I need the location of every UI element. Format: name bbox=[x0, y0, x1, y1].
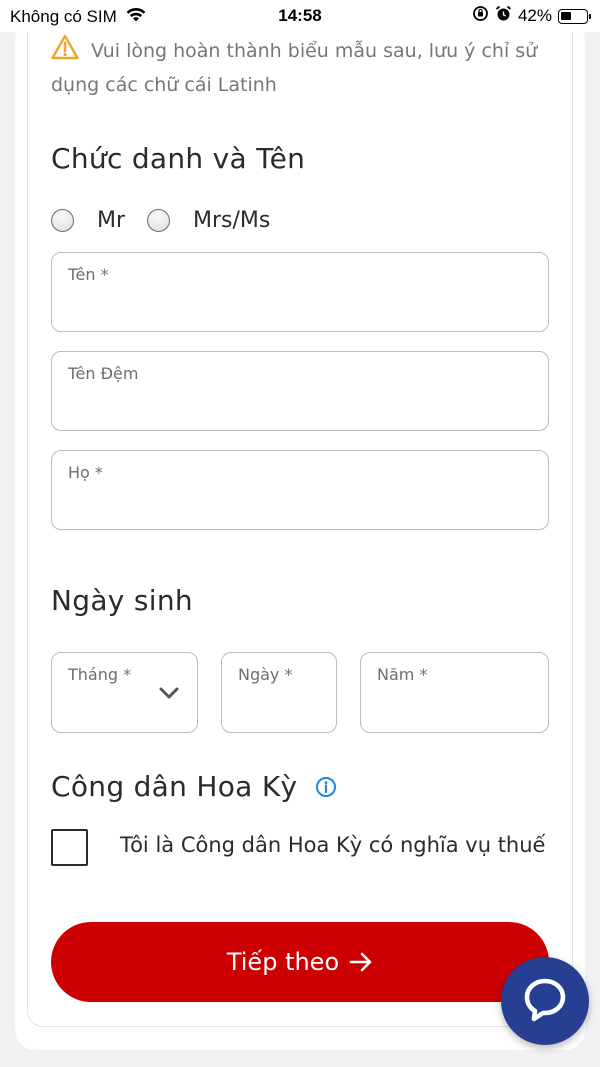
day-field[interactable]: Ngày * bbox=[221, 652, 337, 733]
radio-mr-label: Mr bbox=[97, 208, 126, 233]
us-citizen-checkbox[interactable] bbox=[51, 829, 88, 866]
next-button-label: Tiếp theo bbox=[226, 948, 340, 976]
middle-name-input[interactable] bbox=[66, 399, 463, 420]
radio-mrs[interactable] bbox=[147, 209, 171, 232]
middle-name-field[interactable]: Tên Đệm bbox=[51, 351, 549, 431]
radio-mrs-label: Mrs/Ms bbox=[193, 208, 271, 233]
chat-button[interactable] bbox=[501, 957, 589, 1045]
last-name-field[interactable]: Họ * bbox=[51, 450, 549, 530]
battery-fill bbox=[561, 11, 571, 20]
day-label: Ngày * bbox=[238, 665, 293, 684]
battery-icon bbox=[558, 8, 591, 24]
title-option-mr[interactable]: Mr bbox=[51, 208, 125, 233]
chevron-down-icon bbox=[159, 685, 179, 699]
status-bar: Không có SIM 14:58 42% bbox=[0, 0, 600, 32]
citizen-section-title: Công dân Hoa Kỳ bbox=[51, 770, 298, 803]
title-radio-group: Mr Mrs/Ms bbox=[51, 208, 292, 233]
battery-percent: 42% bbox=[517, 6, 552, 25]
last-name-input[interactable] bbox=[66, 498, 463, 519]
chat-bubble-icon bbox=[522, 976, 568, 1026]
year-field[interactable]: Năm * bbox=[360, 652, 549, 733]
arrow-right-icon bbox=[349, 951, 373, 973]
info-icon[interactable] bbox=[315, 776, 337, 798]
alarm-icon bbox=[495, 5, 512, 27]
warning-icon bbox=[51, 34, 79, 60]
latin-notice: Vui lòng hoàn thành biểu mẫu sau, lưu ý … bbox=[51, 34, 551, 102]
middle-name-label: Tên Đệm bbox=[68, 364, 139, 383]
year-input[interactable] bbox=[375, 701, 525, 722]
status-right: 42% bbox=[466, 5, 591, 27]
dob-section-title: Ngày sinh bbox=[51, 584, 193, 617]
notice-text: Vui lòng hoàn thành biểu mẫu sau, lưu ý … bbox=[51, 40, 538, 96]
us-citizen-label: Tôi là Công dân Hoa Kỳ có nghĩa vụ thuế bbox=[120, 833, 546, 857]
next-button[interactable]: Tiếp theo bbox=[51, 922, 549, 1002]
year-label: Năm * bbox=[377, 665, 428, 684]
title-option-mrs[interactable]: Mrs/Ms bbox=[147, 208, 270, 233]
first-name-field[interactable]: Tên * bbox=[51, 252, 549, 332]
last-name-label: Họ * bbox=[68, 463, 103, 482]
month-label: Tháng * bbox=[68, 665, 132, 684]
orientation-lock-icon bbox=[472, 5, 489, 27]
radio-mr[interactable] bbox=[51, 209, 74, 232]
day-input[interactable] bbox=[236, 701, 328, 722]
month-select[interactable]: Tháng * bbox=[51, 652, 198, 733]
name-section-title: Chức danh và Tên bbox=[51, 142, 306, 175]
first-name-label: Tên * bbox=[68, 265, 109, 284]
first-name-input[interactable] bbox=[66, 300, 463, 321]
